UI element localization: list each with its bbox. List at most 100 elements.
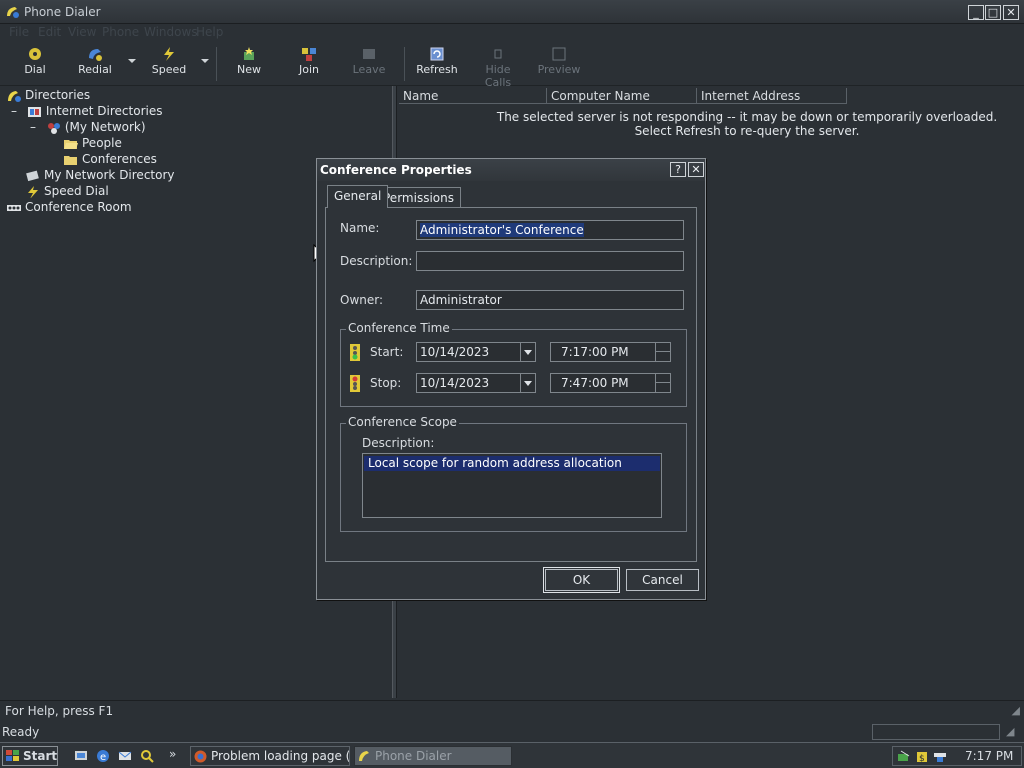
new-button[interactable]: New: [228, 44, 270, 84]
start-button[interactable]: Start: [2, 746, 58, 766]
minimize-button[interactable]: _: [968, 5, 984, 20]
help-status-bar: For Help, press F1 ◢: [0, 700, 1024, 720]
taskbar-item-browser[interactable]: Problem loading page (K-...: [190, 746, 350, 766]
ok-button[interactable]: OK: [543, 567, 620, 593]
general-tab-panel: Name: Administrator's Conference Descrip…: [325, 207, 697, 562]
spin-down-arrow-icon[interactable]: [656, 383, 670, 391]
help-button[interactable]: ?: [670, 162, 686, 177]
collapse-toggle[interactable]: –: [11, 104, 17, 118]
internet-explorer-icon[interactable]: e: [96, 749, 110, 763]
tab-general[interactable]: General: [327, 185, 389, 208]
resize-grip[interactable]: ◢: [1012, 704, 1020, 717]
start-time-value: 7:17:00 PM: [561, 345, 629, 359]
phone-dialer-icon: [359, 751, 369, 761]
collapse-toggle[interactable]: –: [30, 120, 36, 134]
column-header-computer-name[interactable]: Computer Name: [547, 88, 697, 104]
speed-dial-icon: [28, 186, 38, 198]
phone-tray-icon[interactable]: [933, 750, 947, 764]
start-label: Start:: [370, 345, 404, 359]
status-bar: Ready ◢: [0, 722, 1024, 742]
scope-list-item[interactable]: Local scope for random address allocatio…: [364, 456, 660, 471]
menu-file[interactable]: File: [9, 25, 29, 39]
spin-up-arrow-icon[interactable]: [656, 343, 670, 352]
tree-item-people[interactable]: People: [63, 135, 122, 151]
column-header-internet-address[interactable]: Internet Address: [697, 88, 847, 104]
resize-grip[interactable]: ◢: [1006, 725, 1014, 738]
new-label: New: [237, 63, 261, 76]
maximize-button[interactable]: □: [985, 5, 1001, 20]
conference-scope-group-title: Conference Scope: [346, 415, 459, 429]
preview-button[interactable]: Preview: [536, 44, 582, 84]
stop-date-combo[interactable]: 10/14/2023: [416, 373, 536, 393]
leave-button[interactable]: Leave: [348, 44, 390, 84]
start-time-field[interactable]: 7:17:00 PM: [550, 342, 671, 362]
show-desktop-icon[interactable]: [74, 749, 88, 763]
taskbar-item-phone-dialer[interactable]: Phone Dialer: [354, 746, 512, 766]
leave-label: Leave: [352, 63, 386, 76]
refresh-label: Refresh: [416, 63, 458, 76]
quicklaunch-more-icon[interactable]: »: [169, 747, 176, 761]
preview-label: Preview: [537, 63, 581, 76]
toolbar-separator: [216, 47, 217, 81]
hide-calls-button[interactable]: Hide Calls: [472, 44, 524, 89]
server-message-line1: The selected server is not responding --…: [496, 110, 998, 124]
menu-windows[interactable]: Windows: [144, 25, 198, 39]
outlook-express-icon[interactable]: [118, 749, 132, 763]
search-icon[interactable]: [140, 749, 154, 763]
name-field[interactable]: Administrator's Conference: [416, 220, 684, 240]
refresh-button[interactable]: Refresh: [414, 44, 460, 84]
status-panel: [872, 724, 1000, 740]
speed-label: Speed: [151, 63, 187, 76]
redial-dropdown-arrow[interactable]: [128, 59, 136, 63]
menu-edit[interactable]: Edit: [38, 25, 61, 39]
tree-item-my-network-directory[interactable]: My Network Directory: [25, 167, 175, 183]
start-time-spinner[interactable]: [655, 343, 670, 361]
start-label: Start: [23, 749, 58, 763]
tree-label: Conferences: [82, 152, 157, 166]
volume-tray-icon[interactable]: $: [915, 750, 929, 764]
scope-listbox[interactable]: Local scope for random address allocatio…: [362, 453, 662, 518]
spin-up-arrow-icon[interactable]: [656, 374, 670, 383]
network-tray-icon[interactable]: [897, 750, 911, 764]
conference-room-icon: [7, 205, 21, 211]
dial-button[interactable]: Dial: [14, 44, 56, 84]
dialog-close-button[interactable]: ✕: [688, 162, 704, 177]
stop-date-dropdown-button[interactable]: [520, 374, 535, 392]
cancel-button[interactable]: Cancel: [626, 569, 699, 591]
speed-button[interactable]: Speed: [148, 44, 190, 84]
scope-description-label: Description:: [362, 436, 435, 450]
title-bar[interactable]: Phone Dialer _ □ ✕: [0, 0, 1024, 24]
tab-permissions[interactable]: Permissions: [376, 187, 461, 207]
description-field[interactable]: [416, 251, 684, 271]
server-message-line2: Select Refresh to re-query the server.: [634, 124, 860, 138]
start-date-dropdown-button[interactable]: [520, 343, 535, 361]
leave-icon: [363, 49, 375, 59]
owner-label: Owner:: [340, 293, 384, 307]
taskbar: Start e » Problem loading page (K-... Ph…: [0, 742, 1024, 768]
menu-phone[interactable]: Phone: [102, 25, 139, 39]
tree-item-directories[interactable]: Directories: [6, 87, 90, 103]
speed-dropdown-arrow[interactable]: [201, 59, 209, 63]
tree-item-internet-directories[interactable]: – Internet Directories: [11, 103, 162, 119]
dialog-title-bar[interactable]: Conference Properties ? ✕: [317, 159, 705, 181]
join-button[interactable]: Join: [288, 44, 330, 84]
redial-button[interactable]: Redial: [74, 44, 116, 84]
stop-traffic-light-icon: [350, 375, 360, 392]
tree-item-conference-room[interactable]: Conference Room: [6, 199, 132, 215]
stop-time-spinner[interactable]: [655, 374, 670, 392]
menu-help[interactable]: Help: [196, 25, 223, 39]
stop-time-field[interactable]: 7:47:00 PM: [550, 373, 671, 393]
tree-item-my-network[interactable]: – (My Network): [30, 119, 146, 135]
svg-text:$: $: [919, 754, 925, 764]
start-date-combo[interactable]: 10/14/2023: [416, 342, 536, 362]
spin-down-arrow-icon[interactable]: [656, 352, 670, 360]
clock[interactable]: 7:17 PM: [965, 749, 1013, 763]
menu-view[interactable]: View: [68, 25, 96, 39]
column-header-name[interactable]: Name: [399, 88, 547, 104]
ready-status-text: Ready: [2, 725, 40, 739]
tree-item-speed-dial[interactable]: Speed Dial: [25, 183, 109, 199]
tree-item-conferences[interactable]: Conferences: [63, 151, 157, 167]
new-conference-icon: [244, 47, 254, 60]
close-button[interactable]: ✕: [1003, 5, 1019, 20]
windows-logo-icon: [6, 750, 19, 761]
